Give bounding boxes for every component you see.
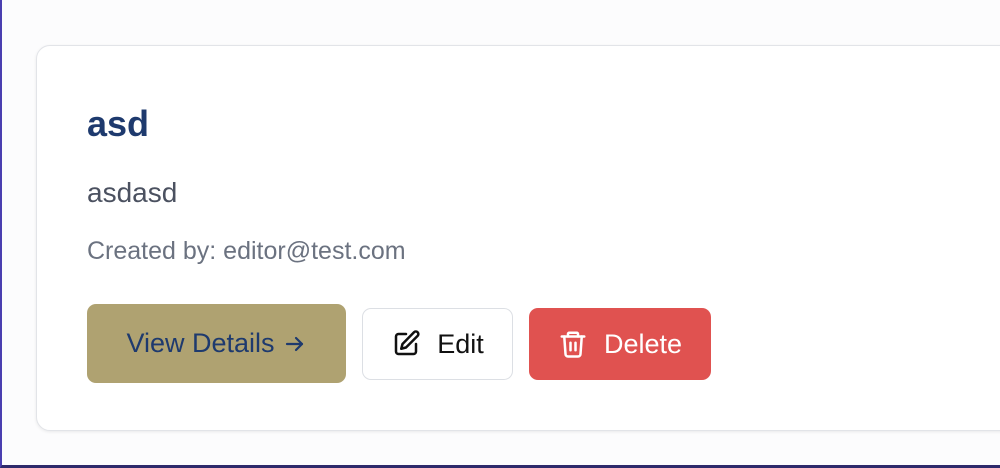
edit-button[interactable]: Edit xyxy=(362,308,513,380)
view-details-label: View Details xyxy=(126,328,275,358)
card-title: asd xyxy=(87,103,150,144)
edit-label: Edit xyxy=(437,328,484,359)
card-description: asdasd xyxy=(87,177,178,208)
trash-icon xyxy=(558,329,588,359)
delete-button[interactable]: Delete xyxy=(529,308,711,380)
delete-label: Delete xyxy=(603,328,683,359)
item-card: asd asdasd Created by: editor@test.com V… xyxy=(36,45,1000,431)
pencil-square-icon xyxy=(391,329,421,359)
view-details-button[interactable]: View Details xyxy=(87,304,346,383)
created-by-label: Created by: editor@test.com xyxy=(87,237,406,265)
arrow-right-icon xyxy=(283,332,307,356)
page-background: asd asdasd Created by: editor@test.com V… xyxy=(0,0,1000,468)
